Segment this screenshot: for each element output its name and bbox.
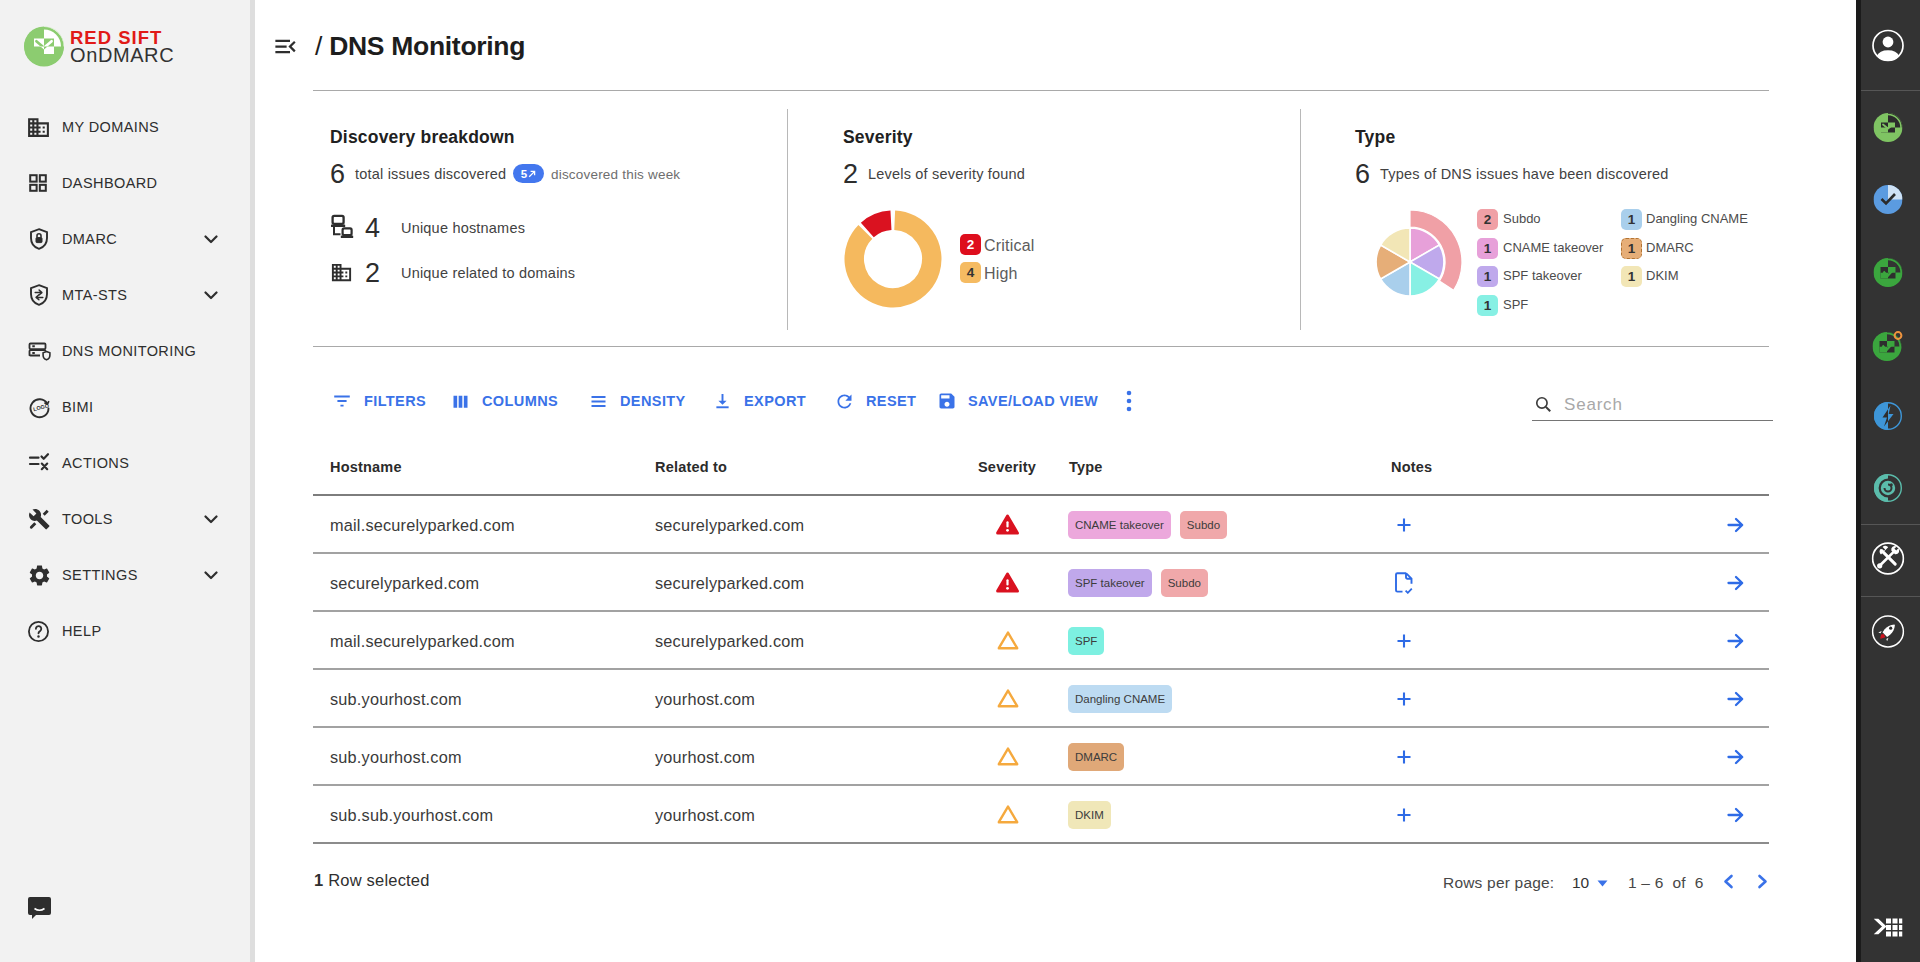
svg-text:LOGO: LOGO <box>33 402 50 412</box>
